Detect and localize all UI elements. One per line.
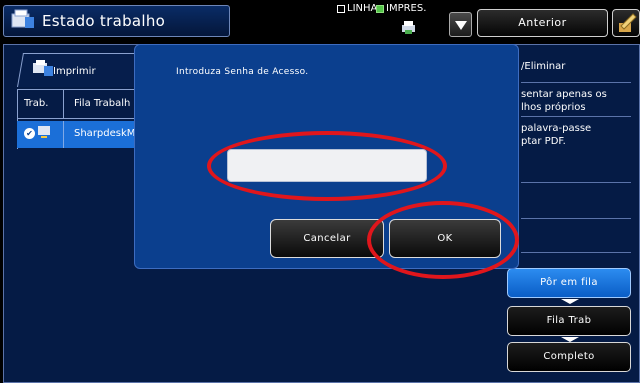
mode-impres-label: IMPRES.	[386, 3, 427, 14]
printer-icon	[401, 20, 416, 35]
eliminar-label: /Eliminar	[521, 61, 566, 72]
divider	[521, 252, 631, 253]
column-header-trab[interactable]: Trab.	[24, 98, 48, 109]
fila-trab-button[interactable]: Fila Trab	[507, 306, 631, 336]
pen-icon	[619, 13, 637, 32]
show-own-jobs-option[interactable]: sentar apenas os lhos próprios	[521, 88, 631, 114]
mode-linha-label: LINHA	[347, 3, 378, 14]
divider	[521, 218, 631, 219]
checkbox-checked-icon	[376, 4, 384, 13]
dropdown-button[interactable]	[449, 12, 472, 37]
tab-imprimir-label: Imprimir	[53, 66, 96, 77]
check-icon: ✔	[24, 128, 35, 139]
divider	[521, 182, 631, 183]
column-divider	[63, 90, 64, 118]
back-button[interactable]: Anterior	[477, 9, 608, 37]
divider	[521, 82, 631, 83]
dialog-prompt: Introduza Senha de Acesso.	[176, 67, 309, 77]
edit-button[interactable]	[612, 9, 640, 37]
mode-linha-indicator: LINHA	[337, 3, 377, 14]
triangle-down-icon	[455, 21, 467, 30]
page-title: Estado trabalho	[42, 12, 166, 30]
pdf-password-option[interactable]: palavra-passe ptar PDF.	[521, 122, 631, 148]
mode-impres-indicator: IMPRES.	[376, 3, 426, 14]
computer-icon	[37, 125, 52, 140]
por-em-fila-button[interactable]: Pôr em fila	[507, 268, 631, 298]
job-name: SharpdeskM	[74, 128, 136, 139]
column-divider	[63, 121, 64, 148]
highlight-ellipse	[207, 131, 447, 201]
column-header-fila[interactable]: Fila Trabalh	[74, 98, 130, 109]
checkbox-empty-icon	[337, 4, 345, 13]
completo-button[interactable]: Completo	[507, 342, 631, 372]
job-status-icon	[10, 8, 36, 30]
highlight-ellipse	[367, 201, 519, 279]
arrow-down-icon	[561, 299, 579, 304]
divider	[521, 116, 631, 117]
print-job-icon	[32, 59, 54, 77]
